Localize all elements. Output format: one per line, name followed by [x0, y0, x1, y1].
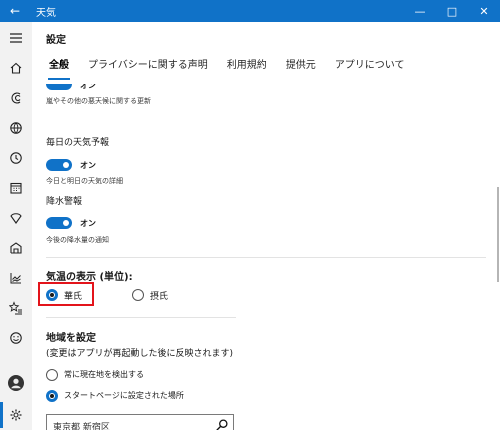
scrollbar[interactable] [497, 187, 499, 282]
toggle-knob [63, 220, 69, 226]
tab-general[interactable]: 全般 [46, 56, 72, 86]
nav-settings[interactable] [0, 400, 32, 430]
tab-privacy[interactable]: プライバシーに関する声明 [85, 56, 211, 86]
settings-page: 設定 全般 プライバシーに関する声明 利用規約 提供元 アプリについて オン 嵐… [32, 22, 500, 430]
menu-icon [10, 33, 22, 43]
title-bar: ← 天気 — □ ✕ [0, 0, 500, 22]
severe-weather-description: 嵐やその他の悪天候に関する更新 [46, 97, 151, 105]
divider [46, 257, 486, 258]
location-search-box[interactable]: 東京都 新宿区 [46, 414, 234, 430]
divider [46, 317, 236, 318]
gear-icon [10, 409, 22, 421]
avatar [8, 375, 24, 391]
nav-feedback[interactable] [0, 323, 32, 353]
calendar-icon [10, 182, 22, 194]
precipitation-label: 降水警報 [46, 197, 83, 207]
tab-credits[interactable]: 提供元 [283, 56, 319, 86]
clock-icon [10, 152, 22, 164]
search-icon[interactable] [215, 418, 229, 430]
page-title: 設定 [46, 35, 66, 46]
nav-monthly[interactable] [0, 173, 32, 203]
nav-maps[interactable] [0, 113, 32, 143]
nav-account[interactable] [0, 368, 32, 398]
forecast-icon [11, 92, 21, 104]
precipitation-state: オン [80, 219, 96, 228]
temperature-heading: 気温の表示 (単位): [46, 272, 133, 283]
home-icon [10, 62, 22, 74]
nav-favorites[interactable] [0, 293, 32, 323]
daily-forecast-label: 毎日の天気予報 [46, 138, 110, 148]
tab-about[interactable]: アプリについて [332, 56, 408, 86]
minimize-icon: — [414, 4, 426, 18]
nav-forecast[interactable] [0, 83, 32, 113]
location-note: (変更はアプリが再起動した後に反映されます) [46, 349, 234, 359]
severe-weather-state: オン [80, 84, 96, 90]
detect-location-label[interactable]: 常に現在地を検出する [64, 369, 144, 380]
settings-tabs: 全般 プライバシーに関する声明 利用規約 提供元 アプリについて [46, 56, 421, 86]
maximize-icon: □ [446, 4, 458, 18]
detect-location-radio[interactable] [46, 369, 58, 381]
severe-weather-toggle[interactable] [46, 84, 72, 90]
fahrenheit-label[interactable]: 華氏 [64, 289, 82, 302]
start-page-location-label[interactable]: スタートページに設定された場所 [64, 390, 184, 401]
shield-icon [10, 213, 22, 224]
precipitation-description: 今後の降水量の通知 [46, 236, 109, 244]
close-icon: ✕ [479, 4, 489, 18]
tab-terms[interactable]: 利用規約 [224, 56, 270, 86]
nav-hourly[interactable] [0, 143, 32, 173]
nav-home[interactable] [0, 53, 32, 83]
building-icon [10, 242, 22, 254]
globe-icon [10, 122, 22, 134]
celsius-radio[interactable] [132, 289, 144, 301]
precipitation-toggle[interactable] [46, 217, 72, 229]
nav-rail [0, 22, 32, 430]
star-list-icon [9, 301, 22, 315]
daily-forecast-toggle[interactable] [46, 159, 72, 171]
nav-places[interactable] [0, 233, 32, 263]
start-page-location-radio[interactable] [46, 390, 58, 402]
toggle-knob [63, 162, 69, 168]
nav-life[interactable] [0, 203, 32, 233]
close-button[interactable]: ✕ [468, 0, 500, 22]
fahrenheit-radio[interactable] [46, 289, 58, 301]
nav-historical[interactable] [0, 263, 32, 293]
minimize-button[interactable]: — [404, 0, 436, 22]
maximize-button[interactable]: □ [436, 0, 468, 22]
chart-icon [10, 273, 21, 284]
location-search-value: 東京都 新宿区 [53, 423, 110, 430]
window-title: 天気 [36, 7, 56, 19]
daily-forecast-description: 今日と明日の天気の詳細 [46, 177, 123, 185]
settings-content: オン 嵐やその他の悪天候に関する更新 毎日の天気予報 オン 今日と明日の天気の詳… [32, 84, 492, 430]
back-button[interactable]: ← [0, 0, 30, 22]
daily-forecast-state: オン [80, 161, 96, 170]
back-arrow-icon: ← [9, 4, 21, 18]
hamburger-menu-button[interactable] [0, 23, 32, 53]
smile-icon [10, 332, 22, 344]
celsius-label[interactable]: 摂氏 [150, 289, 168, 302]
location-heading: 地域を設定 [46, 333, 96, 344]
